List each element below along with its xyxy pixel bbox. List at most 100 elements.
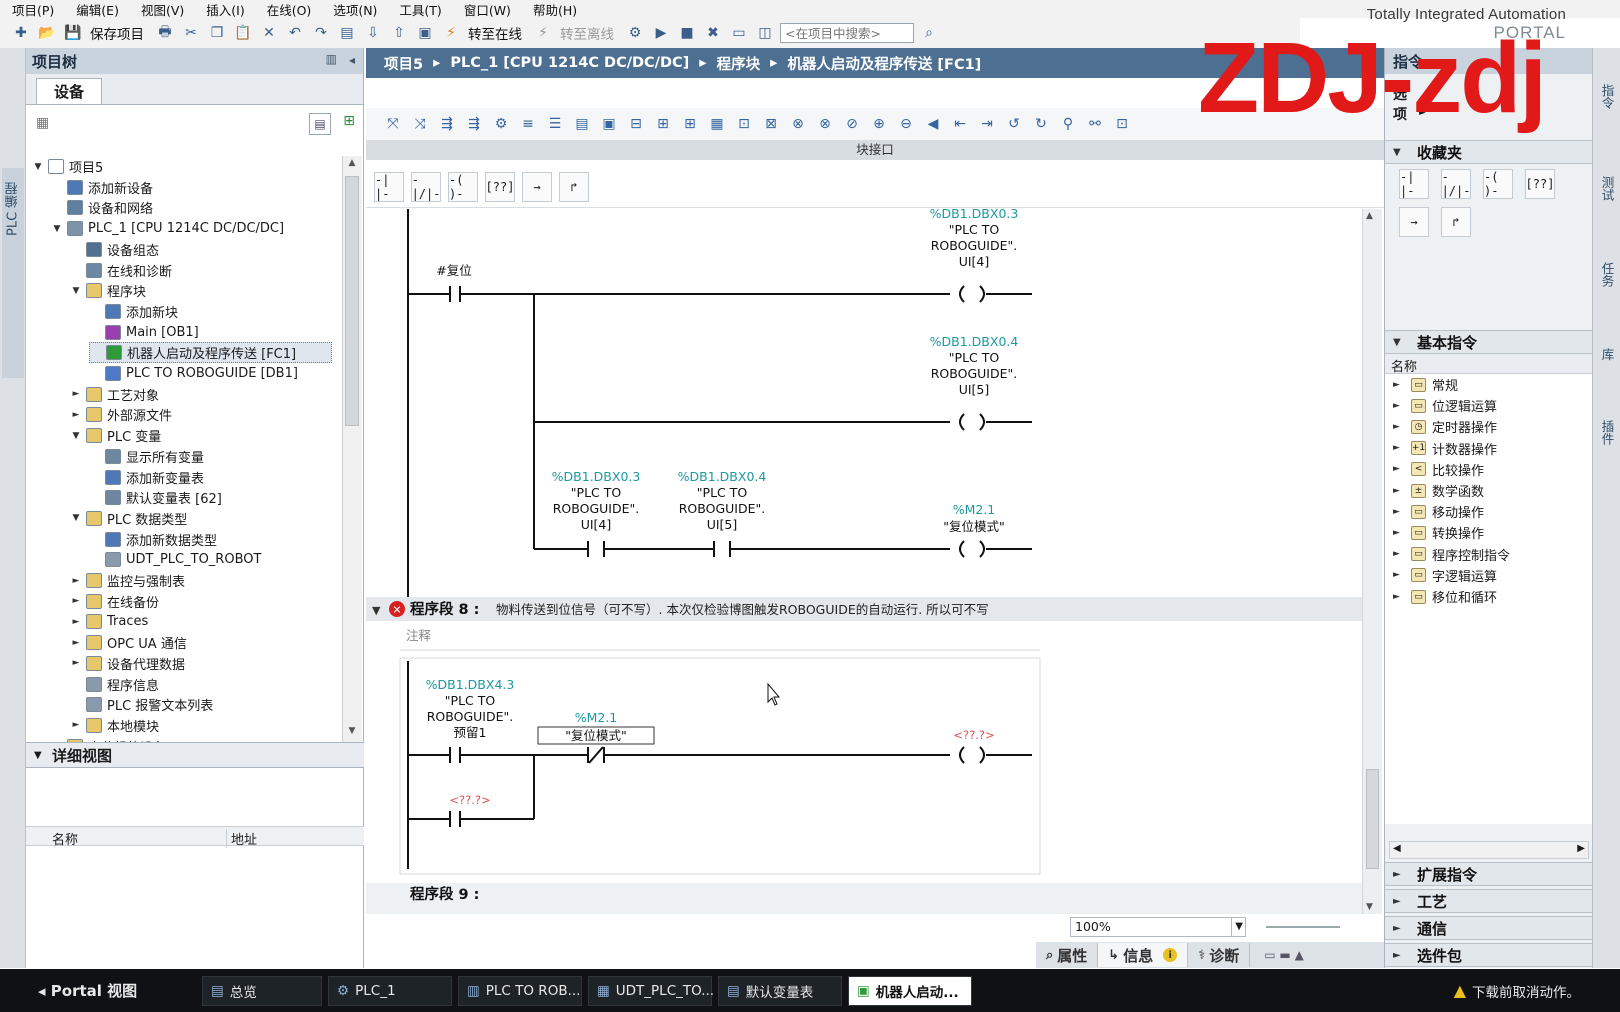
panel-layout-icon[interactable]: ▥ — [326, 52, 337, 66]
task-card-instructions[interactable]: 指令 — [1597, 84, 1617, 109]
instruction-folder[interactable]: ► ▭ 位逻辑运算 — [1393, 395, 1497, 416]
tree-item[interactable]: 在线和诊断 — [70, 260, 172, 281]
tree-item[interactable]: 显示所有变量 — [89, 446, 204, 467]
start-cpu-icon[interactable]: ▶ — [650, 22, 672, 44]
download-icon[interactable]: ⇩ — [362, 22, 384, 44]
chevron-right-icon[interactable]: ► — [1393, 422, 1407, 432]
editor-tool-icon[interactable]: ▦ — [706, 113, 728, 135]
tree-item[interactable]: 添加新块 — [89, 301, 178, 322]
favorite-instruction[interactable]: ↱ — [559, 172, 589, 202]
tree-toggle-icon[interactable]: ► — [70, 596, 82, 606]
menu-item[interactable]: 插入(I) — [194, 0, 254, 19]
save-project-button[interactable]: 保存项目 — [88, 23, 150, 43]
tree-item[interactable]: UDT_PLC_TO_ROBOT — [89, 549, 261, 570]
maximize-icon[interactable]: ▭ ▬ ▲ — [1264, 948, 1304, 962]
tree-toggle-icon[interactable]: ► — [70, 720, 82, 730]
tree-toggle-icon[interactable]: ► — [70, 576, 82, 586]
favorite-instruction[interactable]: ↱ — [1441, 207, 1471, 237]
favorite-instruction[interactable]: [??] — [485, 172, 515, 202]
technology-section[interactable]: ► 工艺 — [1385, 889, 1593, 913]
favorite-instruction[interactable]: → — [522, 172, 552, 202]
upload-icon[interactable]: ⇧ — [388, 22, 410, 44]
editor-tool-icon[interactable]: ⤨ — [409, 113, 431, 135]
editor-tool-icon[interactable]: ⊕ — [868, 113, 890, 135]
tree-item[interactable]: ► 设备代理数据 — [70, 653, 185, 674]
task-card-testing[interactable]: 测试 — [1597, 176, 1617, 201]
tree-item[interactable]: PLC 报警文本列表 — [70, 694, 213, 715]
chevron-right-icon[interactable]: ► — [1393, 380, 1407, 390]
c3b-address[interactable]: %DB1.DBX0.4 — [678, 469, 767, 484]
go-online-button[interactable]: 转至在线 — [466, 23, 528, 43]
detail-col-address[interactable]: 地址 — [226, 829, 257, 848]
favorite-instruction[interactable]: -( )- — [448, 172, 478, 202]
instruction-folder[interactable]: ► ◷ 定时器操作 — [1393, 416, 1497, 437]
plc-programming-tab[interactable]: PLC 编程 — [2, 168, 24, 378]
breadcrumb-item[interactable]: PLC_1 [CPU 1214C DC/DC/DC] — [450, 55, 689, 71]
go-online-icon[interactable]: ⚡ — [440, 22, 462, 44]
block-interface-bar[interactable]: 块接口 — [366, 140, 1384, 160]
options-expand-icon[interactable]: ► — [1419, 108, 1426, 118]
detail-view-header[interactable]: ▼ 详细视图 — [26, 742, 364, 768]
chevron-right-icon[interactable]: ► — [1393, 549, 1407, 559]
editor-tool-icon[interactable]: ◀ — [922, 113, 944, 135]
favorite-instruction[interactable]: -|/|- — [411, 172, 441, 202]
breadcrumb-item[interactable]: 程序块 — [717, 53, 761, 74]
menu-item[interactable]: 项目(P) — [0, 0, 64, 19]
instruction-folder[interactable]: ► ▭ 字逻辑运算 — [1393, 565, 1497, 586]
compile-icon[interactable]: ▤ — [336, 22, 358, 44]
tree-item[interactable]: 添加新设备 — [51, 177, 153, 198]
menu-item[interactable]: 工具(T) — [387, 0, 451, 19]
chevron-right-icon[interactable]: ► — [1393, 401, 1407, 411]
delete-icon[interactable]: ✕ — [258, 22, 280, 44]
coil2-address[interactable]: %DB1.DBX0.4 — [930, 334, 1019, 349]
chevron-right-icon[interactable]: ► — [1393, 507, 1407, 517]
collapse-panel-icon[interactable]: ◂ — [349, 53, 355, 67]
favorites-section[interactable]: ▼ 收藏夹 — [1385, 140, 1593, 164]
tree-item[interactable]: Main [OB1] — [89, 322, 199, 343]
portal-view-button[interactable]: ◂ Portal 视图 — [0, 980, 196, 1001]
open-project-icon[interactable]: 📂 — [36, 22, 58, 44]
instruction-folder[interactable]: ► ▭ 移位和循环 — [1393, 586, 1497, 607]
favorite-instruction[interactable]: → — [1399, 207, 1429, 237]
network9-title[interactable]: 程序段 9 : — [410, 885, 479, 903]
coil1-address[interactable]: %DB1.DBX0.3 — [930, 209, 1019, 221]
tree-item[interactable]: 机器人启动及程序传送 [FC1] — [89, 342, 332, 364]
chevron-right-icon[interactable]: ► — [1393, 528, 1407, 538]
favorite-instruction[interactable]: [??] — [1525, 169, 1555, 199]
instruction-folder[interactable]: ► +1 计数器操作 — [1393, 438, 1497, 459]
instruction-folder[interactable]: ► < 比较操作 — [1393, 459, 1484, 480]
tab-info[interactable]: ↳ 信息 i — [1098, 943, 1189, 967]
chevron-right-icon[interactable]: ► — [1393, 592, 1407, 602]
communication-section[interactable]: ► 通信 — [1385, 916, 1593, 940]
copy-icon[interactable]: ❐ — [206, 22, 228, 44]
network8-comment[interactable]: 物料传送到位信号（可不写）. 本次仅检验博图触发ROBOGUIDE的自动运行. … — [496, 602, 989, 617]
go-offline-button[interactable]: 转至离线 — [558, 23, 620, 43]
optional-packages-section[interactable]: ► 选件包 — [1385, 943, 1593, 967]
chevron-right-icon[interactable]: ► — [1393, 443, 1407, 453]
split-vertical-icon[interactable]: ◫ — [754, 22, 776, 44]
tree-toggle-icon[interactable]: ► — [70, 389, 82, 399]
zoom-slider[interactable] — [1266, 926, 1340, 928]
project-search-input[interactable] — [780, 23, 914, 43]
favorite-instruction[interactable]: -( )- — [1483, 169, 1513, 199]
editor-tool-icon[interactable]: ⤧ — [382, 113, 404, 135]
editor-tool-icon[interactable]: ⇤ — [949, 113, 971, 135]
editor-tool-icon[interactable]: ↻ — [1030, 113, 1052, 135]
paste-icon[interactable]: 📋 — [232, 22, 254, 44]
editor-tool-icon[interactable]: ⇶ — [463, 113, 485, 135]
editor-task-button[interactable]: ▤ 默认变量表 — [718, 975, 842, 1006]
ladder-editor[interactable]: #复位 %DB1.DBX0.3 "PLC TO ROBOGUIDE". UI[4… — [366, 209, 1366, 914]
editor-tool-icon[interactable]: ⇶ — [436, 113, 458, 135]
network8-title[interactable]: 程序段 8 : — [410, 600, 479, 618]
chevron-down-icon[interactable]: ▼ — [1231, 918, 1243, 936]
tree-toggle-icon[interactable]: ▼ — [70, 513, 82, 523]
tree-item[interactable]: ▼ 项目5 — [32, 156, 103, 177]
instruction-folder[interactable]: ► ▭ 程序控制指令 — [1393, 544, 1510, 565]
split-horizontal-icon[interactable]: ▭ — [728, 22, 750, 44]
favorite-instruction[interactable]: -| |- — [374, 172, 404, 202]
tree-item[interactable]: ▼ PLC_1 [CPU 1214C DC/DC/DC] — [51, 218, 284, 239]
tree-item[interactable]: ► Traces — [70, 611, 148, 632]
zoom-select[interactable]: 100% ▼ — [1070, 917, 1246, 937]
favorite-instruction[interactable]: -| |- — [1399, 169, 1429, 199]
favorite-instruction[interactable]: -|/|- — [1441, 169, 1471, 199]
